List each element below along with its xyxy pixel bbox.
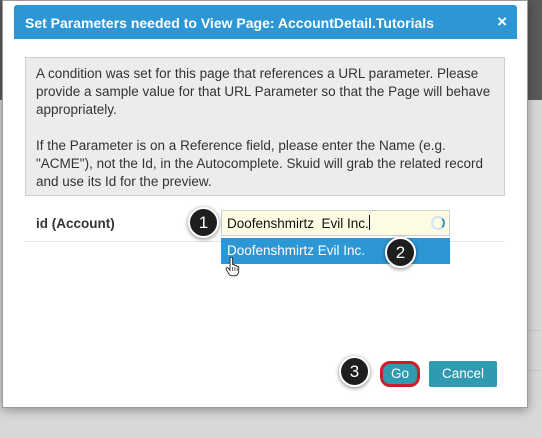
step-marker-2: 2	[385, 237, 416, 268]
close-icon[interactable]: ×	[497, 12, 507, 32]
dialog-title: Set Parameters needed to View Page: Acco…	[25, 15, 434, 31]
notice-paragraph-reference-field: If the Parameter is on a Reference field…	[36, 138, 484, 189]
notice-paragraph-url-parameter: A condition was set for this page that r…	[36, 66, 491, 117]
hand-pointer-cursor-icon	[225, 257, 240, 277]
cancel-button[interactable]: Cancel	[429, 361, 497, 387]
dialog-titlebar: Set Parameters needed to View Page: Acco…	[14, 5, 517, 39]
step-marker-3: 3	[339, 356, 370, 387]
parameters-dialog: Set Parameters needed to View Page: Acco…	[2, 0, 528, 408]
step-marker-1: 1	[188, 207, 219, 238]
go-button[interactable]: Go	[380, 361, 420, 387]
info-notice: A condition was set for this page that r…	[25, 57, 505, 196]
loading-spinner-icon	[431, 216, 445, 230]
text-caret	[368, 215, 370, 230]
id-account-label: id (Account)	[36, 216, 115, 231]
account-autocomplete-input[interactable]: Doofenshmirtz Evil Inc.	[221, 210, 450, 236]
autocomplete-value: Doofenshmirtz Evil Inc.	[227, 216, 369, 231]
